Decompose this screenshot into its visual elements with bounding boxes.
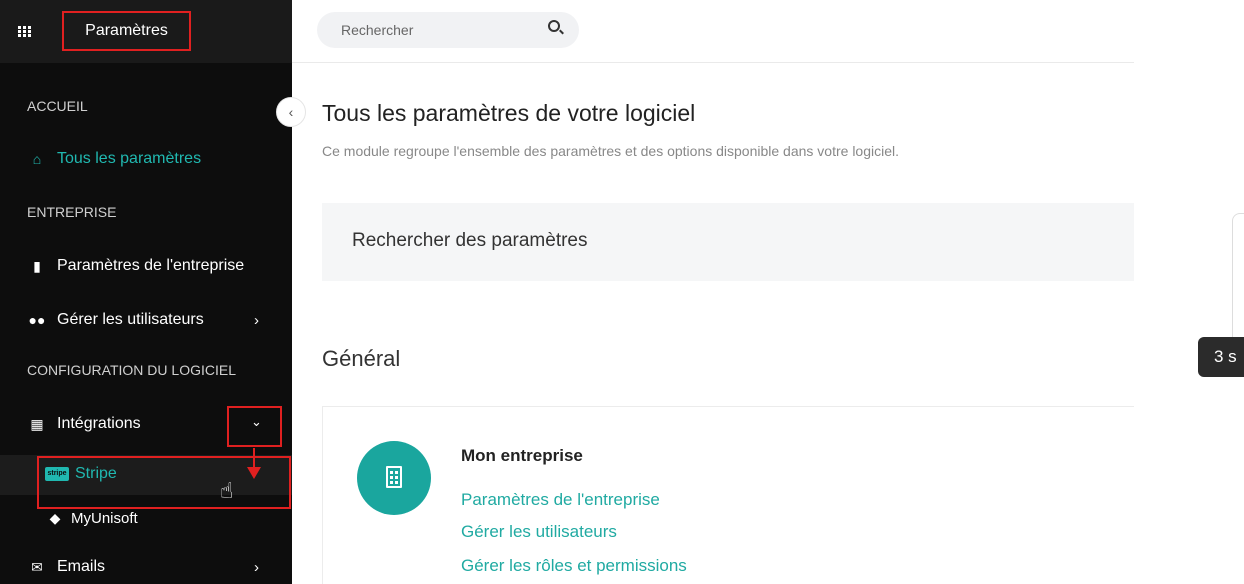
- grid-icon: ▦: [30, 415, 44, 432]
- search-icon[interactable]: [548, 20, 560, 32]
- page-subtitle: Ce module regroupe l'ensemble des paramè…: [322, 143, 900, 159]
- sidebar-collapse-button[interactable]: ‹: [276, 97, 306, 127]
- sidebar: Paramètres ACCUEIL ⌂ Tous les paramètres…: [0, 0, 292, 584]
- sidebar-item-emails[interactable]: ✉ Emails: [27, 558, 105, 576]
- link-company-settings[interactable]: Paramètres de l'entreprise: [461, 490, 660, 510]
- myunisoft-icon: ◆: [49, 510, 61, 526]
- sidebar-item-myunisoft[interactable]: ◆ MyUnisoft: [45, 510, 138, 527]
- link-roles-permissions[interactable]: Gérer les rôles et permissions: [461, 556, 687, 576]
- app-title[interactable]: Paramètres: [62, 11, 191, 51]
- section-label-configuration: CONFIGURATION DU LOGICIEL: [27, 362, 236, 378]
- card-title: Mon entreprise: [461, 446, 583, 465]
- company-building-icon: [357, 441, 431, 515]
- building-icon: ▮: [33, 257, 41, 274]
- section-title-general: Général: [322, 346, 401, 371]
- hand-cursor-icon: ☝: [220, 478, 234, 503]
- apps-grid-icon[interactable]: [18, 26, 31, 37]
- sidebar-item-label: Intégrations: [57, 415, 141, 432]
- search-input[interactable]: [341, 12, 541, 48]
- settings-search-placeholder: Rechercher des paramètres: [352, 230, 588, 251]
- sidebar-item-integrations[interactable]: ▦ Intégrations: [27, 415, 141, 433]
- sidebar-item-label: Gérer les utilisateurs: [57, 311, 204, 328]
- settings-search-field[interactable]: Rechercher des paramètres: [322, 203, 1134, 281]
- sidebar-item-label: MyUnisoft: [71, 510, 138, 527]
- annotation-arrow: [253, 448, 255, 468]
- section-label-accueil: ACCUEIL: [27, 98, 88, 114]
- sidebar-item-label: Emails: [57, 558, 106, 575]
- sidebar-item-all-settings[interactable]: ⌂ Tous les paramètres: [27, 150, 201, 168]
- sidebar-item-label: Paramètres de l'entreprise: [57, 257, 245, 274]
- sidebar-item-company-settings[interactable]: ▮ Paramètres de l'entreprise: [27, 257, 244, 275]
- chevron-right-icon[interactable]: ›: [254, 559, 259, 576]
- settings-card-company: [322, 406, 1134, 584]
- sidebar-item-manage-users[interactable]: ●● Gérer les utilisateurs: [27, 311, 204, 329]
- tooltip: 3 s: [1198, 337, 1244, 377]
- annotation-arrow-head: [247, 467, 261, 479]
- header-divider: [292, 62, 1134, 63]
- chevron-down-icon[interactable]: ⌄: [251, 414, 262, 430]
- mail-icon: ✉: [31, 558, 43, 575]
- search-bar: [317, 12, 579, 48]
- chevron-right-icon[interactable]: ›: [254, 312, 259, 329]
- home-icon: ⌂: [32, 151, 42, 167]
- users-icon: ●●: [28, 312, 46, 328]
- sidebar-item-label: Tous les paramètres: [57, 150, 202, 167]
- section-label-entreprise: ENTREPRISE: [27, 204, 117, 220]
- link-manage-users[interactable]: Gérer les utilisateurs: [461, 522, 617, 542]
- page-title: Tous les paramètres de votre logiciel: [322, 100, 696, 126]
